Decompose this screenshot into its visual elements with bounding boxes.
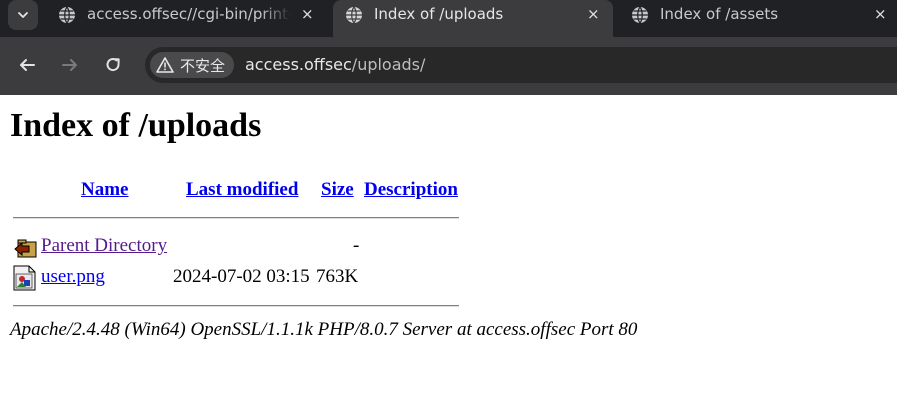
close-tab-icon[interactable]: × [301, 5, 314, 23]
back-folder-icon [13, 235, 38, 264]
column-header-name[interactable]: Name [81, 179, 128, 201]
column-header-last-modified[interactable]: Last modified [186, 179, 298, 201]
globe-icon [59, 6, 75, 24]
row-size: 763K [316, 266, 359, 287]
url-path: /uploads/ [351, 55, 426, 74]
address-bar[interactable]: 不安全 access.offsec/uploads/ [145, 47, 897, 83]
chevron-down-icon [18, 12, 28, 18]
reload-button[interactable] [101, 53, 125, 77]
browser-toolbar: 不安全 access.offsec/uploads/ [0, 37, 897, 95]
reload-icon [106, 58, 120, 72]
file-link[interactable]: user.png [41, 266, 105, 288]
forward-button[interactable] [58, 53, 82, 77]
warning-icon [156, 57, 174, 73]
tab-assets[interactable]: Index of /assets × [619, 0, 897, 30]
footer-divider [13, 305, 459, 307]
image-file-icon [13, 265, 36, 295]
tab-title: access.offsec//cgi-bin/printenv.pl [87, 5, 291, 23]
tab-title: Index of /assets [660, 5, 779, 23]
security-chip[interactable]: 不安全 [150, 52, 234, 78]
server-signature: Apache/2.4.48 (Win64) OpenSSL/1.1.1k PHP… [10, 319, 638, 340]
back-button[interactable] [15, 53, 39, 77]
url-host: access.offsec [245, 55, 352, 74]
page-title: Index of /uploads [10, 107, 262, 144]
url-text[interactable]: access.offsec/uploads/ [245, 55, 425, 74]
tab-strip: access.offsec//cgi-bin/printenv.pl × Ind… [0, 0, 897, 37]
security-label: 不安全 [180, 56, 226, 75]
tab-title: Index of /uploads [374, 5, 504, 23]
close-tab-icon[interactable]: × [874, 5, 887, 23]
column-header-description[interactable]: Description [364, 179, 458, 201]
column-header-size[interactable]: Size [321, 179, 354, 201]
parent-directory-link[interactable]: Parent Directory [41, 235, 167, 257]
close-tab-icon[interactable]: × [587, 5, 600, 23]
row-size: - [353, 235, 360, 256]
globe-icon [632, 6, 648, 24]
globe-icon [346, 6, 362, 24]
tab-printenv[interactable]: access.offsec//cgi-bin/printenv.pl × [46, 0, 328, 30]
arrow-right-icon [62, 59, 77, 71]
row-last-modified: 2024-07-02 03:15 [173, 266, 310, 287]
arrow-left-icon [20, 59, 35, 71]
tab-uploads[interactable]: Index of /uploads × [333, 0, 613, 37]
page-content: Index of /uploads Name Last modified Siz… [0, 95, 897, 406]
tab-search-button[interactable] [8, 0, 38, 30]
header-divider [13, 217, 459, 219]
